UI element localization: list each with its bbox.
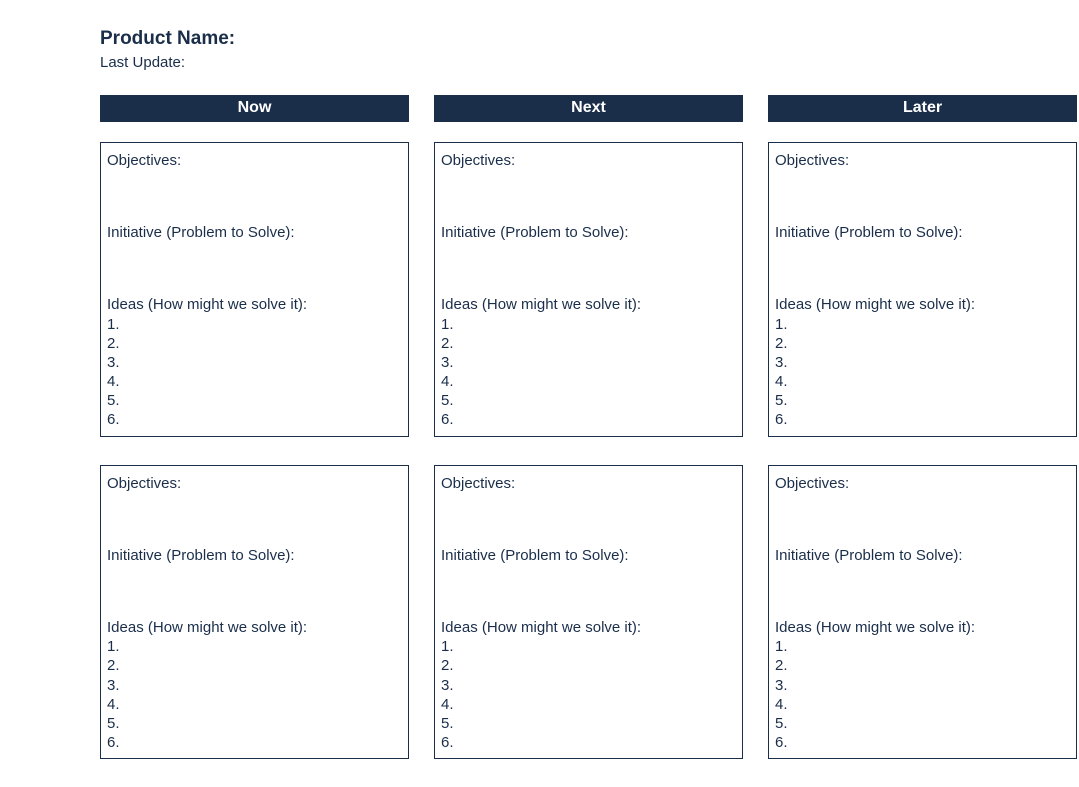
roadmap-template: Product Name: Last Update: Now Objective… [0, 0, 1079, 787]
list-item: 6. [107, 733, 402, 752]
list-item: 3. [775, 353, 1070, 372]
ideas-list: 1. 2. 3. 4. 5. 6. [441, 637, 736, 752]
list-item: 5. [441, 714, 736, 733]
list-item: 4. [441, 695, 736, 714]
list-item: 3. [107, 676, 402, 695]
column-header-next: Next [434, 95, 743, 122]
initiative-label: Initiative (Problem to Solve): [441, 546, 736, 618]
list-item: 6. [775, 410, 1070, 429]
objectives-label: Objectives: [441, 474, 736, 546]
card-later-1: Objectives: Initiative (Problem to Solve… [768, 142, 1077, 437]
list-item: 1. [107, 637, 402, 656]
column-header-later: Later [768, 95, 1077, 122]
column-next: Next Objectives: Initiative (Problem to … [434, 95, 743, 787]
template-header: Product Name: Last Update: [100, 28, 1079, 71]
initiative-label: Initiative (Problem to Solve): [107, 546, 402, 618]
ideas-list: 1. 2. 3. 4. 5. 6. [775, 315, 1070, 430]
list-item: 4. [441, 372, 736, 391]
card-next-2: Objectives: Initiative (Problem to Solve… [434, 465, 743, 760]
column-later: Later Objectives: Initiative (Problem to… [768, 95, 1077, 787]
ideas-label: Ideas (How might we solve it): [775, 295, 1070, 315]
list-item: 1. [441, 637, 736, 656]
list-item: 1. [775, 637, 1070, 656]
list-item: 6. [107, 410, 402, 429]
card-now-1: Objectives: Initiative (Problem to Solve… [100, 142, 409, 437]
column-now: Now Objectives: Initiative (Problem to S… [100, 95, 409, 787]
list-item: 1. [441, 315, 736, 334]
list-item: 5. [775, 391, 1070, 410]
initiative-label: Initiative (Problem to Solve): [775, 546, 1070, 618]
objectives-label: Objectives: [107, 151, 402, 223]
list-item: 3. [441, 676, 736, 695]
objectives-label: Objectives: [775, 474, 1070, 546]
ideas-label: Ideas (How might we solve it): [775, 618, 1070, 638]
card-next-1: Objectives: Initiative (Problem to Solve… [434, 142, 743, 437]
list-item: 2. [775, 334, 1070, 353]
ideas-list: 1. 2. 3. 4. 5. 6. [107, 315, 402, 430]
list-item: 2. [107, 656, 402, 675]
list-item: 5. [441, 391, 736, 410]
list-item: 4. [107, 695, 402, 714]
ideas-list: 1. 2. 3. 4. 5. 6. [441, 315, 736, 430]
list-item: 4. [775, 695, 1070, 714]
card-now-2: Objectives: Initiative (Problem to Solve… [100, 465, 409, 760]
initiative-label: Initiative (Problem to Solve): [107, 223, 402, 295]
roadmap-grid: Now Objectives: Initiative (Problem to S… [100, 95, 1077, 787]
objectives-label: Objectives: [107, 474, 402, 546]
list-item: 2. [775, 656, 1070, 675]
product-name-label: Product Name: [100, 28, 1079, 50]
list-item: 1. [107, 315, 402, 334]
list-item: 5. [107, 714, 402, 733]
column-header-now: Now [100, 95, 409, 122]
ideas-list: 1. 2. 3. 4. 5. 6. [775, 637, 1070, 752]
list-item: 4. [107, 372, 402, 391]
list-item: 2. [441, 656, 736, 675]
objectives-label: Objectives: [441, 151, 736, 223]
last-update-label: Last Update: [100, 54, 1079, 71]
list-item: 6. [441, 733, 736, 752]
ideas-label: Ideas (How might we solve it): [107, 295, 402, 315]
list-item: 3. [441, 353, 736, 372]
list-item: 6. [441, 410, 736, 429]
ideas-label: Ideas (How might we solve it): [441, 295, 736, 315]
objectives-label: Objectives: [775, 151, 1070, 223]
list-item: 2. [107, 334, 402, 353]
list-item: 3. [107, 353, 402, 372]
ideas-list: 1. 2. 3. 4. 5. 6. [107, 637, 402, 752]
list-item: 3. [775, 676, 1070, 695]
list-item: 2. [441, 334, 736, 353]
list-item: 4. [775, 372, 1070, 391]
card-later-2: Objectives: Initiative (Problem to Solve… [768, 465, 1077, 760]
list-item: 6. [775, 733, 1070, 752]
initiative-label: Initiative (Problem to Solve): [441, 223, 736, 295]
initiative-label: Initiative (Problem to Solve): [775, 223, 1070, 295]
ideas-label: Ideas (How might we solve it): [107, 618, 402, 638]
list-item: 1. [775, 315, 1070, 334]
list-item: 5. [107, 391, 402, 410]
list-item: 5. [775, 714, 1070, 733]
ideas-label: Ideas (How might we solve it): [441, 618, 736, 638]
